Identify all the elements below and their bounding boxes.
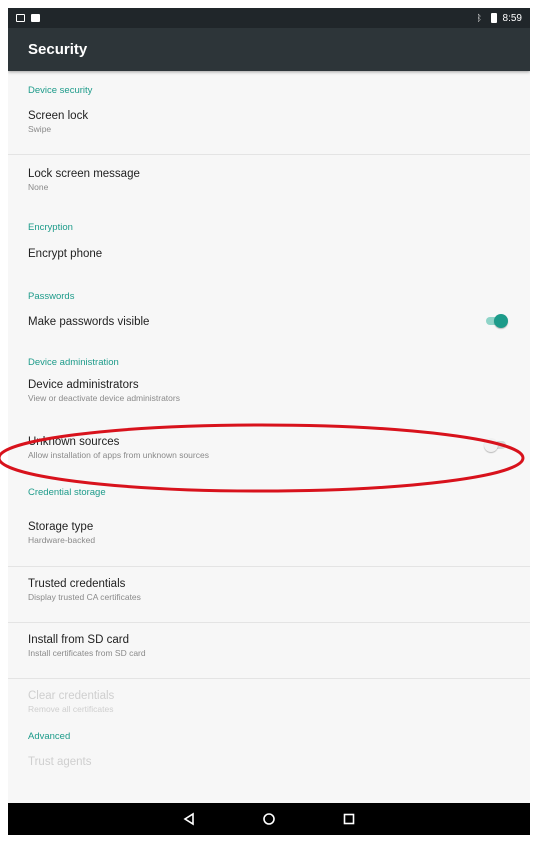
app-bar: Security <box>8 28 530 71</box>
battery-icon <box>490 13 497 23</box>
clear-credentials-summary: Remove all certificates <box>28 704 114 714</box>
device-administrators-title: Device administrators <box>28 379 139 391</box>
section-header-advanced: Advanced <box>28 731 71 742</box>
make-passwords-visible-title: Make passwords visible <box>28 316 150 328</box>
trust-agents-item: Trust agents <box>8 753 530 783</box>
storage-type-title: Storage type <box>28 521 94 533</box>
storage-type-summary: Hardware-backed <box>28 535 96 545</box>
unknown-sources-title: Unknown sources <box>28 436 120 448</box>
lock-screen-message-item[interactable]: Lock screen message None <box>8 155 530 210</box>
device-screen: ᛒ 8:59 Security Device security Screen l… <box>8 8 530 835</box>
clear-credentials-item: Clear credentials Remove all certificate… <box>8 679 530 729</box>
back-button[interactable] <box>179 809 199 829</box>
switch-thumb <box>484 438 498 452</box>
settings-list: Device security Screen lock Swipe Lock s… <box>8 71 530 783</box>
storage-type-item[interactable]: Storage type Hardware-backed <box>8 513 530 567</box>
make-passwords-visible-item[interactable]: Make passwords visible <box>8 307 530 349</box>
status-bar: ᛒ 8:59 <box>8 8 530 28</box>
lock-screen-message-summary: None <box>28 182 49 192</box>
section-header-encryption: Encryption <box>28 222 73 233</box>
encrypt-phone-item[interactable]: Encrypt phone <box>8 237 530 279</box>
unknown-sources-switch[interactable] <box>484 438 508 452</box>
device-administrators-summary: View or deactivate device administrators <box>28 393 180 403</box>
trusted-credentials-item[interactable]: Trusted credentials Display trusted CA c… <box>8 567 530 623</box>
screen-lock-item[interactable]: Screen lock Swipe <box>8 98 530 155</box>
switch-thumb <box>494 314 508 328</box>
recents-icon <box>343 813 355 825</box>
lock-screen-message-title: Lock screen message <box>28 168 140 180</box>
home-icon <box>263 813 275 825</box>
navigation-bar <box>8 803 530 835</box>
screen-icon <box>16 14 25 22</box>
install-from-sd-card-summary: Install certificates from SD card <box>28 648 146 658</box>
status-time: 8:59 <box>502 12 522 24</box>
screen-lock-title: Screen lock <box>28 110 89 122</box>
install-from-sd-card-title: Install from SD card <box>28 634 129 646</box>
section-header-credential-storage: Credential storage <box>28 487 106 498</box>
bluetooth-icon: ᛒ <box>476 13 482 23</box>
recents-button[interactable] <box>339 809 359 829</box>
sd-card-icon <box>31 14 40 22</box>
make-passwords-visible-switch[interactable] <box>484 314 508 328</box>
page-title: Security <box>28 41 88 58</box>
unknown-sources-summary: Allow installation of apps from unknown … <box>28 450 209 460</box>
trusted-credentials-title: Trusted credentials <box>28 578 126 590</box>
section-header-device-administration: Device administration <box>28 357 119 368</box>
install-from-sd-card-item[interactable]: Install from SD card Install certificate… <box>8 623 530 679</box>
device-administrators-item[interactable]: Device administrators View or deactivate… <box>8 371 530 429</box>
encrypt-phone-title: Encrypt phone <box>28 248 103 260</box>
unknown-sources-item[interactable]: Unknown sources Allow installation of ap… <box>8 429 530 487</box>
clear-credentials-title: Clear credentials <box>28 690 115 702</box>
home-button[interactable] <box>259 809 279 829</box>
screen-lock-summary: Swipe <box>28 124 52 134</box>
back-icon <box>183 812 194 826</box>
trust-agents-title: Trust agents <box>28 756 92 768</box>
trusted-credentials-summary: Display trusted CA certificates <box>28 592 141 602</box>
section-header-device-security: Device security <box>28 85 93 96</box>
section-header-passwords: Passwords <box>28 291 75 302</box>
